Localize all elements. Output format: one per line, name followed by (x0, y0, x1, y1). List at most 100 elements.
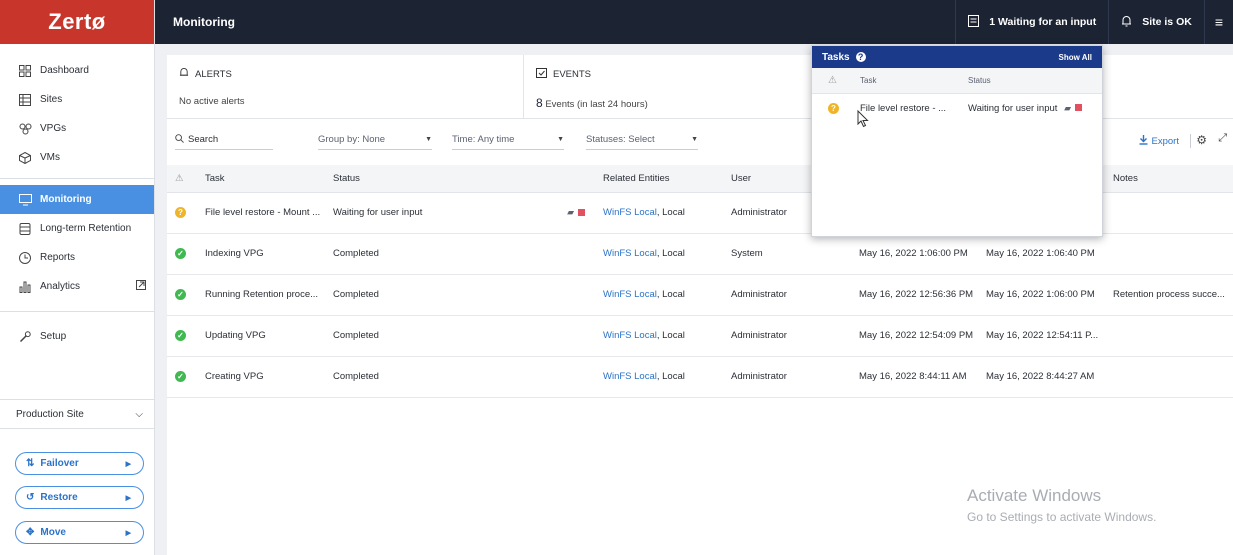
move-button[interactable]: ✥ Move ▶ (15, 521, 144, 544)
row-actions: ▰ (567, 207, 585, 218)
wrench-icon (18, 330, 32, 344)
site-status-button[interactable]: Site is OK (1108, 0, 1204, 44)
user-cell: Administrator (723, 315, 851, 357)
tasks-popup-row[interactable]: ? File level restore - ... Waiting for u… (812, 94, 1102, 122)
events-count: 8 (536, 96, 543, 110)
search-input[interactable]: Search (175, 134, 273, 150)
hamburger-menu-icon: ≡ (1214, 14, 1223, 30)
vm-icon (18, 151, 32, 165)
notes-cell (1105, 315, 1233, 357)
database-icon (18, 222, 32, 236)
sidebar-item-setup[interactable]: Setup (0, 322, 154, 351)
show-all-link[interactable]: Show All (1059, 53, 1092, 62)
check-status-icon: ✓ (175, 289, 186, 300)
entity-link[interactable]: WinFS Local (603, 207, 657, 218)
user-cell: System (723, 233, 851, 275)
state-cell: ✓ (167, 315, 197, 357)
task-name: File level restore - ... (860, 102, 947, 114)
alerts-summary[interactable]: ALERTS No active alerts (167, 55, 524, 118)
sidebar-item-label: Setup (40, 331, 67, 342)
start-time-cell: May 16, 2022 12:56:36 PM (851, 274, 978, 316)
col-state[interactable]: ⚠ (167, 165, 197, 193)
task-cell: Creating VPG (197, 356, 325, 398)
sidebar-item-label: Monitoring (40, 194, 92, 205)
table-row[interactable]: ✓ Running Retention proce... Completed W… (167, 274, 1233, 316)
col-task[interactable]: Task (197, 165, 325, 193)
entity-cell: WinFS Local, Local (595, 192, 723, 234)
sites-icon (18, 93, 32, 107)
top-bar-right: 1 Waiting for an input Site is OK ≡ (955, 0, 1233, 44)
statuses-select[interactable]: Statuses: Select ▼ (586, 134, 698, 150)
entity-site: , Local (656, 371, 685, 382)
sidebar-item-vms[interactable]: VMs (0, 143, 154, 172)
table-row[interactable]: ✓ Updating VPG Completed WinFS Local, Lo… (167, 315, 1233, 357)
sidebar-item-label: VMs (40, 152, 60, 163)
export-label: Export (1151, 136, 1179, 147)
zerto-logo[interactable]: Zertø (0, 0, 154, 44)
end-time-cell: May 16, 2022 1:06:00 PM (978, 274, 1105, 316)
state-cell: ? (812, 102, 860, 114)
check-status-icon: ✓ (175, 330, 186, 341)
clock-icon (18, 251, 32, 265)
export-button[interactable]: Export (1139, 135, 1179, 148)
entity-site: , Local (656, 248, 685, 259)
settings-gear-icon[interactable]: ⚙ (1196, 133, 1207, 147)
menu-button[interactable]: ≡ (1203, 0, 1233, 44)
tasks-popup-header: Tasks ? Show All (812, 46, 1102, 68)
help-icon[interactable]: ? (855, 52, 866, 62)
entity-site: , Local (656, 330, 685, 341)
entity-link[interactable]: WinFS Local (603, 289, 657, 300)
user-cell: Administrator (723, 356, 851, 398)
sidebar-item-vpgs[interactable]: VPGs (0, 114, 154, 143)
dashboard-icon (18, 64, 32, 78)
sidebar-item-dashboard[interactable]: Dashboard (0, 56, 154, 85)
entity-link[interactable]: WinFS Local (603, 371, 657, 382)
alerts-text: No active alerts (179, 96, 245, 107)
entity-site: , Local (656, 289, 685, 300)
start-time-cell: May 16, 2022 1:06:00 PM (851, 233, 978, 275)
state-cell: ? (167, 192, 197, 234)
stop-icon[interactable] (1074, 104, 1082, 112)
status-cell: Completed (325, 274, 595, 316)
col-related-entities[interactable]: Related Entities (595, 165, 723, 193)
dropdown-arrow-icon: ▼ (425, 136, 432, 143)
tasks-popup-title: Tasks (822, 51, 850, 63)
col-notes[interactable]: Notes (1105, 165, 1233, 193)
time-select[interactable]: Time: Any time ▼ (452, 134, 564, 150)
dropdown-arrow-icon: ▼ (557, 136, 564, 143)
waiting-tasks-button[interactable]: 1 Waiting for an input (955, 0, 1108, 44)
sidebar-item-monitoring[interactable]: Monitoring (0, 185, 154, 214)
col-status[interactable]: Status (325, 165, 595, 193)
entity-link[interactable]: WinFS Local (603, 248, 657, 259)
time-label: Time: Any time (452, 134, 515, 145)
sidebar-item-reports[interactable]: Reports (0, 243, 154, 272)
sidebar-item-label: Long-term Retention (40, 223, 132, 234)
site-selector[interactable]: Production Site ⌵ (0, 399, 155, 429)
group-by-select[interactable]: Group by: None ▼ (318, 134, 432, 150)
restore-label: Restore (40, 492, 78, 503)
alerts-title: ALERTS (195, 68, 232, 80)
sidebar-item-analytics[interactable]: Analytics (0, 272, 154, 301)
folder-icon[interactable]: ▰ (567, 207, 574, 217)
sidebar-item-long-term-retention[interactable]: Long-term Retention (0, 214, 154, 243)
notes-cell: Retention process succe... (1105, 274, 1233, 316)
activate-windows-watermark: Activate Windows Go to Settings to activ… (967, 486, 1156, 524)
entity-cell: WinFS Local, Local (595, 274, 723, 316)
expand-icon[interactable]: ⤢ (1218, 132, 1227, 145)
sidebar-item-sites[interactable]: Sites (0, 85, 154, 114)
stop-icon[interactable] (578, 209, 585, 217)
dropdown-arrow-icon: ▼ (691, 136, 698, 143)
table-row[interactable]: ✓ Indexing VPG Completed WinFS Local, Lo… (167, 233, 1233, 275)
warning-triangle-icon: ⚠ (828, 75, 837, 86)
download-icon (1139, 135, 1148, 148)
sidebar-nav: Dashboard Sites VPGs VMs Monitoring Long… (0, 44, 154, 351)
failover-button[interactable]: ⇅ Failover ▶ (15, 452, 144, 475)
sidebar-item-label: Sites (40, 94, 63, 105)
folder-icon[interactable]: ▰ (1064, 103, 1071, 113)
entity-link[interactable]: WinFS Local (603, 330, 657, 341)
restore-button[interactable]: ↺ Restore ▶ (15, 486, 144, 509)
state-cell: ✓ (167, 356, 197, 398)
sidebar-item-label: Dashboard (40, 65, 89, 76)
bell-icon (1121, 15, 1132, 30)
table-row[interactable]: ✓ Creating VPG Completed WinFS Local, Lo… (167, 356, 1233, 398)
